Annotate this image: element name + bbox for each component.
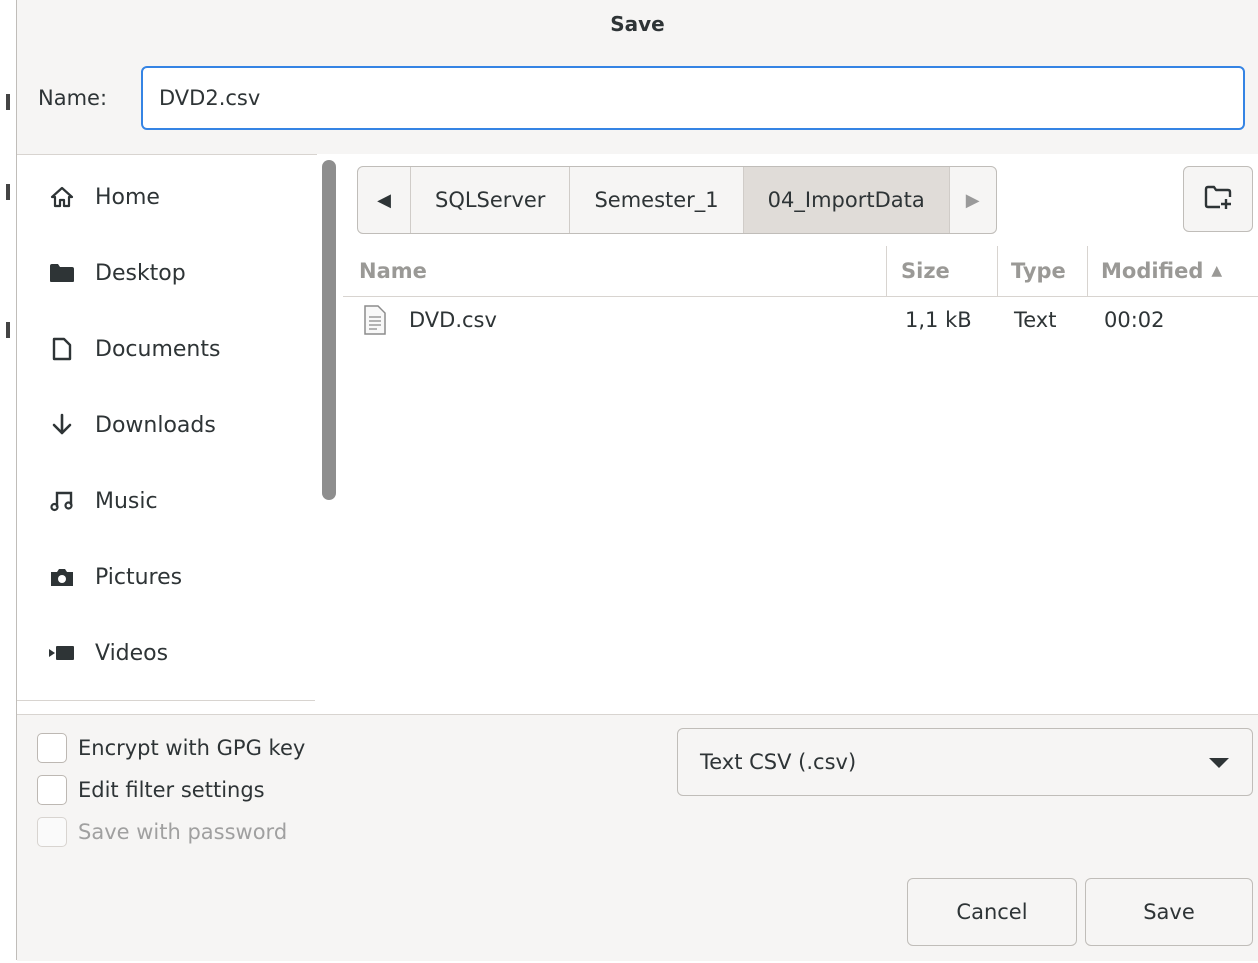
file-size: 1,1 kB [905,308,972,332]
sidebar-item-label: Downloads [95,412,216,438]
background-mark [6,184,10,200]
file-type: Text [1014,308,1057,332]
document-icon [45,337,79,361]
download-icon [45,413,79,437]
create-folder-button[interactable] [1183,166,1253,232]
sidebar-scrollbar-thumb[interactable] [322,160,336,500]
sidebar-item-label: Desktop [95,260,186,286]
save-password-label: Save with password [78,820,288,844]
chevron-down-icon [1208,750,1230,774]
path-segment-current[interactable]: 04_ImportData [743,167,949,233]
name-label: Name: [38,86,108,110]
video-icon [45,644,79,662]
file-browser [343,154,1258,714]
sidebar-item-documents[interactable]: Documents [17,319,317,379]
chevron-left-icon: ◀ [377,189,391,211]
home-icon [45,186,79,208]
music-icon [45,490,79,512]
encrypt-option[interactable]: Encrypt with GPG key [37,733,305,763]
sidebar-item-label: Music [95,488,158,514]
column-header-name[interactable]: Name [359,246,427,296]
edit-filter-label: Edit filter settings [78,778,265,802]
path-back-button[interactable]: ◀ [358,167,411,233]
path-forward-button[interactable]: ▶ [948,167,996,233]
encrypt-label: Encrypt with GPG key [78,736,306,760]
sidebar-item-label: Home [95,184,160,210]
column-header-modified-label: Modified [1101,259,1204,283]
file-list-header: Name Size Type Modified ▲ [343,246,1258,297]
sidebar-item-home[interactable]: Home [17,167,317,227]
sidebar-item-downloads[interactable]: Downloads [17,395,317,455]
column-separator [886,246,887,296]
file-type-selected: Text CSV (.csv) [700,750,857,774]
sort-ascending-icon: ▲ [1211,263,1223,279]
column-header-type[interactable]: Type [1011,246,1066,296]
new-folder-icon [1203,184,1233,214]
path-segment-sqlserver[interactable]: SQLServer [411,167,571,233]
sidebar-item-label: Pictures [95,564,183,590]
background-mark [6,94,10,110]
save-password-checkbox [37,817,67,847]
sidebar-item-label: Videos [95,640,169,666]
save-password-option: Save with password [37,817,287,847]
column-separator [1087,246,1088,296]
sidebar-separator [17,700,315,701]
file-modified: 00:02 [1104,308,1165,332]
sidebar-item-label: Documents [95,336,221,362]
column-separator [997,246,998,296]
background-mark [6,322,10,338]
file-icon [363,298,387,342]
chevron-right-icon: ▶ [965,189,980,211]
camera-icon [45,566,79,588]
edit-filter-checkbox[interactable] [37,775,67,805]
path-segment-semester[interactable]: Semester_1 [570,167,744,233]
table-row[interactable]: DVD.csv 1,1 kB Text 00:02 [343,298,1258,342]
folder-icon [45,263,79,283]
file-name: DVD.csv [409,308,497,332]
filename-input[interactable] [141,66,1245,130]
places-sidebar: Home Desktop Documents Downloads Music P… [17,154,343,715]
background-window-edge [0,0,16,963]
save-dialog: Save Name: Home Desktop Documents Do [16,0,1258,961]
sidebar-item-music[interactable]: Music [17,471,317,531]
column-header-size[interactable]: Size [901,246,950,296]
dialog-title: Save [610,12,665,36]
edit-filter-option[interactable]: Edit filter settings [37,775,265,805]
sidebar-item-videos[interactable]: Videos [17,623,317,683]
path-bar: ◀ SQLServer Semester_1 04_ImportData ▶ [357,166,997,234]
column-header-modified[interactable]: Modified ▲ [1101,246,1222,296]
sidebar-item-pictures[interactable]: Pictures [17,547,317,607]
cancel-button[interactable]: Cancel [907,878,1077,946]
file-type-dropdown[interactable]: Text CSV (.csv) [677,728,1253,796]
encrypt-checkbox[interactable] [37,733,67,763]
sidebar-item-desktop[interactable]: Desktop [17,243,317,303]
save-button[interactable]: Save [1085,878,1253,946]
